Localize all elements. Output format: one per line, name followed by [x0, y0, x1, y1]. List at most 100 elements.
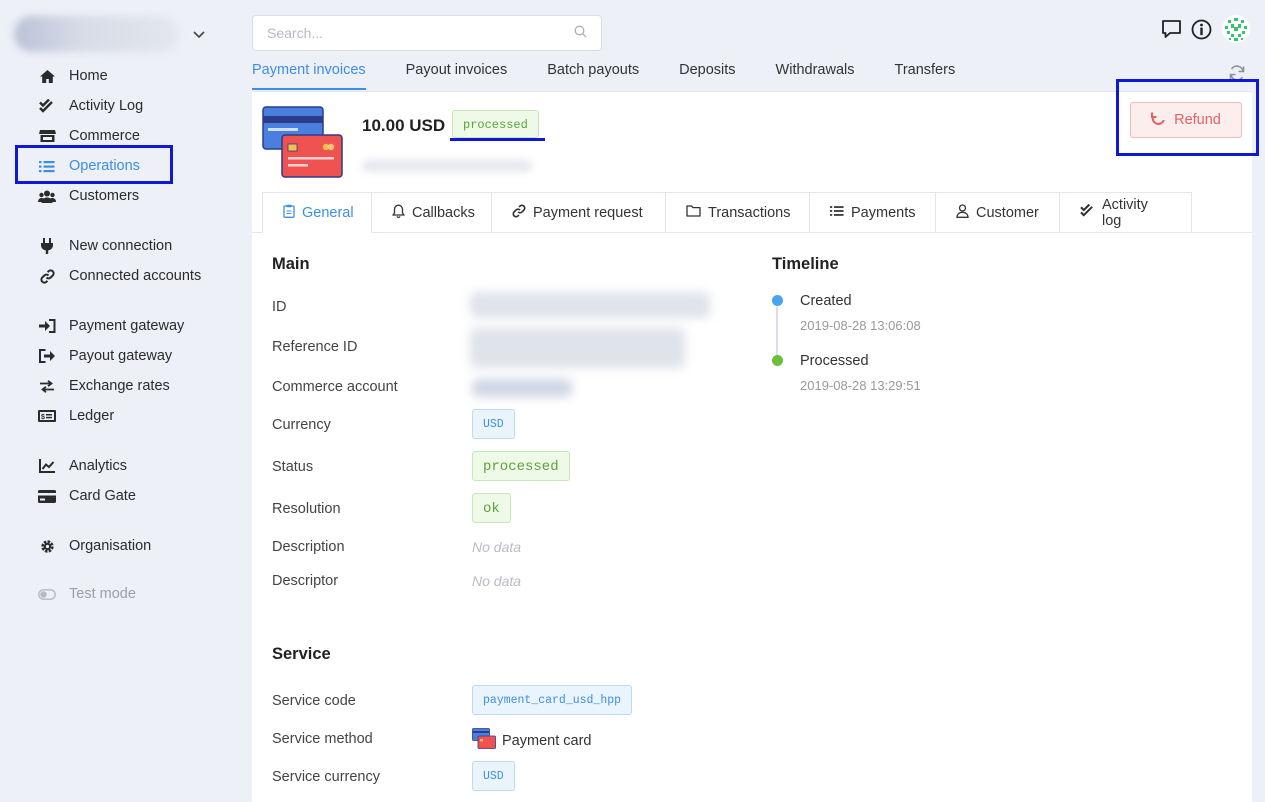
link-icon — [512, 204, 526, 222]
tab-label: Payments — [851, 204, 916, 221]
sidebar-item-label: Operations — [69, 158, 140, 174]
sign-in-icon — [38, 318, 56, 334]
top-icons — [1161, 14, 1251, 47]
status-badge: processed — [452, 110, 539, 138]
tab-transactions[interactable]: Transactions — [666, 192, 810, 233]
resolution-badge: ok — [472, 493, 511, 523]
tab-payment-request[interactable]: Payment request — [492, 192, 666, 233]
avatar[interactable] — [1221, 14, 1251, 47]
sidebar-item-commerce[interactable]: Commerce — [38, 124, 140, 148]
sidebar-item-label: Organisation — [69, 538, 152, 554]
commerce-account-label: Commerce account — [272, 379, 398, 395]
sidebar-item-label: Analytics — [69, 458, 128, 474]
refresh-icon[interactable] — [1228, 64, 1246, 85]
tab-label: General — [302, 204, 354, 221]
detail-tabs: General Callbacks Payment request Transa… — [262, 192, 1192, 233]
list-icon — [830, 205, 844, 221]
tab-batch-payouts[interactable]: Batch payouts — [547, 56, 639, 90]
descriptor-label: Descriptor — [272, 573, 339, 589]
sidebar-item-ledger[interactable]: $ Ledger — [38, 404, 114, 428]
service-code-badge: payment_card_usd_hpp — [472, 685, 633, 715]
refund-label: Refund — [1174, 112, 1221, 128]
sidebar-item-analytics[interactable]: Analytics — [38, 454, 127, 478]
invoice-detail-panel: 10.00 USD processed Refund General Callb… — [252, 91, 1252, 802]
sidebar-item-label: Customers — [69, 188, 140, 204]
check-double-icon — [1080, 203, 1095, 222]
timeline-dot-created — [771, 295, 783, 306]
search-input[interactable] — [267, 25, 574, 41]
service-method-value: Payment card — [472, 728, 591, 753]
chat-icon[interactable] — [1161, 19, 1182, 42]
reference-id-label: Reference ID — [272, 339, 358, 355]
tab-general[interactable]: General — [262, 192, 372, 233]
money-bill-icon: $ — [38, 408, 56, 424]
toggle-icon — [38, 586, 56, 602]
link-icon — [38, 268, 56, 284]
status-value-badge: processed — [472, 451, 570, 481]
sign-out-icon — [38, 348, 56, 364]
service-section-title: Service — [272, 645, 331, 663]
tab-customer[interactable]: Customer — [936, 192, 1060, 233]
users-icon — [38, 188, 56, 204]
service-method-label-text: Payment card — [502, 732, 592, 749]
sidebar-item-label: Test mode — [69, 586, 136, 602]
sidebar-item-payout-gateway[interactable]: Payout gateway — [38, 344, 172, 368]
sidebar-item-operations[interactable]: Operations — [38, 154, 140, 178]
sidebar-item-label: Connected accounts — [69, 268, 202, 284]
svg-text:$: $ — [41, 414, 45, 421]
tab-withdrawals[interactable]: Withdrawals — [776, 56, 855, 90]
check-double-icon — [38, 98, 56, 114]
info-icon[interactable] — [1191, 19, 1212, 43]
clipboard-icon — [283, 204, 295, 222]
commerce-account-value-blurred — [472, 379, 572, 397]
timeline-event-time: 2019-08-28 13:29:51 — [800, 378, 921, 393]
gear-icon — [38, 538, 56, 554]
tab-payments[interactable]: Payments — [810, 192, 936, 233]
tab-label: Customer — [976, 204, 1039, 221]
reference-id-value-blurred — [470, 328, 685, 368]
tab-payout-invoices[interactable]: Payout invoices — [406, 56, 508, 90]
resolution-label: Resolution — [272, 501, 341, 517]
test-mode-toggle[interactable]: Test mode — [38, 582, 136, 606]
sidebar-item-customers[interactable]: Customers — [38, 184, 139, 208]
service-method-label: Service method — [272, 731, 373, 747]
sidebar-item-organisation[interactable]: Organisation — [38, 534, 151, 558]
tab-label: Transactions — [708, 204, 791, 221]
search-box[interactable] — [252, 15, 602, 51]
sidebar-item-label: Payment gateway — [69, 318, 185, 334]
organisation-selector[interactable] — [14, 14, 219, 54]
sidebar-item-card-gate[interactable]: Card Gate — [38, 484, 136, 508]
invoice-subtitle-blurred — [362, 160, 532, 172]
sidebar-item-home[interactable]: Home — [38, 64, 108, 88]
sidebar-item-exchange-rates[interactable]: Exchange rates — [38, 374, 170, 398]
home-icon — [38, 68, 56, 84]
tab-deposits[interactable]: Deposits — [679, 56, 735, 90]
sidebar-item-activity-log[interactable]: Activity Log — [38, 94, 143, 118]
service-currency-badge: USD — [472, 761, 515, 791]
sidebar-item-label: Exchange rates — [69, 378, 170, 394]
tab-activity-log[interactable]: Activity log — [1060, 192, 1192, 233]
tab-payment-invoices[interactable]: Payment invoices — [252, 56, 366, 90]
operations-tabs: Payment invoices Payout invoices Batch p… — [252, 56, 995, 90]
description-label: Description — [272, 539, 345, 555]
sidebar-item-payment-gateway[interactable]: Payment gateway — [38, 314, 184, 338]
sidebar-item-label: Activity Log — [69, 98, 144, 114]
sidebar-item-connected-accounts[interactable]: Connected accounts — [38, 264, 201, 288]
description-value: No data — [472, 539, 522, 555]
tab-transfers[interactable]: Transfers — [895, 56, 956, 90]
organisation-name-blurred — [14, 16, 179, 52]
tab-label: Activity log — [1102, 196, 1148, 229]
bell-icon — [392, 204, 405, 222]
list-icon — [38, 158, 56, 174]
id-label: ID — [272, 299, 287, 315]
undo-icon — [1151, 111, 1166, 130]
status-label: Status — [272, 459, 314, 475]
tab-callbacks[interactable]: Callbacks — [372, 192, 492, 233]
folder-icon — [686, 204, 701, 221]
sidebar-item-new-connection[interactable]: New connection — [38, 234, 172, 258]
chevron-down-icon — [193, 27, 205, 42]
sidebar-item-label: New connection — [69, 238, 173, 254]
refund-button[interactable]: Refund — [1130, 102, 1242, 138]
timeline-connector — [776, 307, 778, 359]
status-underline-highlight — [450, 138, 545, 141]
